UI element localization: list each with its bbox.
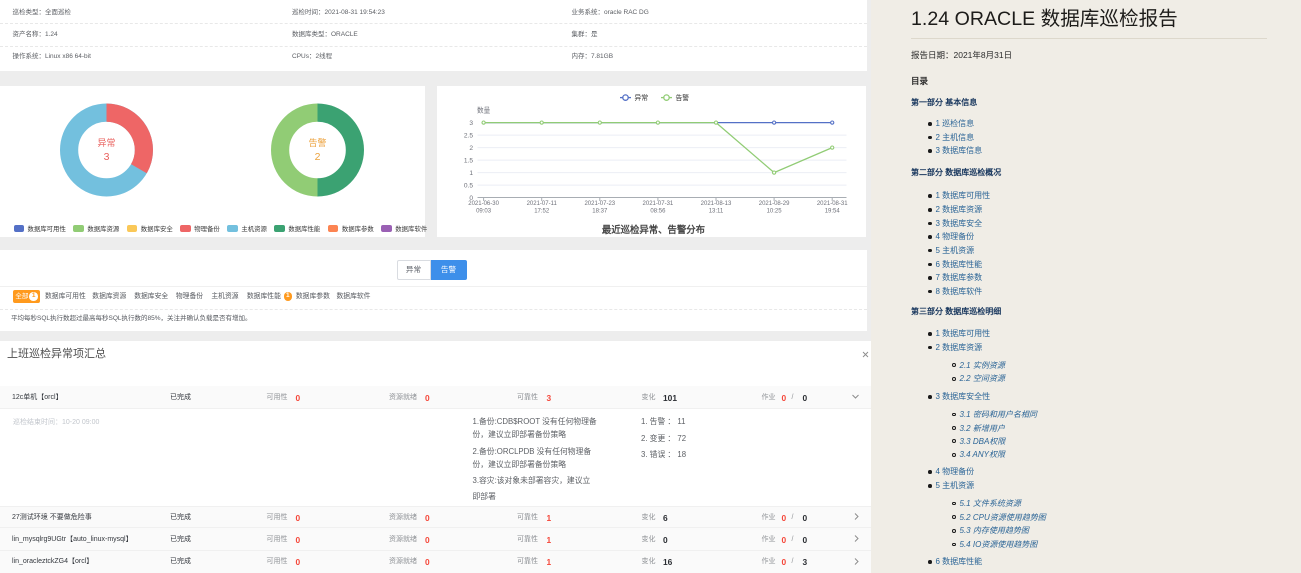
svg-text:1: 1 <box>469 170 473 177</box>
svg-text:13:11: 13:11 <box>709 209 724 215</box>
svg-text:2.5: 2.5 <box>464 133 473 140</box>
svg-text:2021-06-30: 2021-06-30 <box>468 201 499 207</box>
svg-text:1.5: 1.5 <box>464 158 473 165</box>
svg-text:17:52: 17:52 <box>534 209 550 215</box>
svg-text:2021-08-31: 2021-08-31 <box>817 201 848 207</box>
svg-text:2021-08-13: 2021-08-13 <box>701 201 732 207</box>
svg-text:0.5: 0.5 <box>464 183 473 190</box>
svg-text:19:54: 19:54 <box>825 209 841 215</box>
svg-text:2021-07-31: 2021-07-31 <box>643 201 674 207</box>
svg-text:2: 2 <box>469 145 473 152</box>
svg-text:异常: 异常 <box>635 93 649 102</box>
svg-text:2021-07-23: 2021-07-23 <box>584 201 615 207</box>
svg-text:3: 3 <box>469 120 473 127</box>
svg-text:数量: 数量 <box>477 106 491 115</box>
svg-text:09:03: 09:03 <box>476 209 492 215</box>
svg-text:告警: 告警 <box>676 93 690 102</box>
svg-text:2021-07-11: 2021-07-11 <box>527 201 558 207</box>
svg-text:18:37: 18:37 <box>592 209 608 215</box>
svg-text:10:25: 10:25 <box>767 209 783 215</box>
svg-text:2021-08-29: 2021-08-29 <box>759 201 790 207</box>
svg-text:08:56: 08:56 <box>650 209 666 215</box>
